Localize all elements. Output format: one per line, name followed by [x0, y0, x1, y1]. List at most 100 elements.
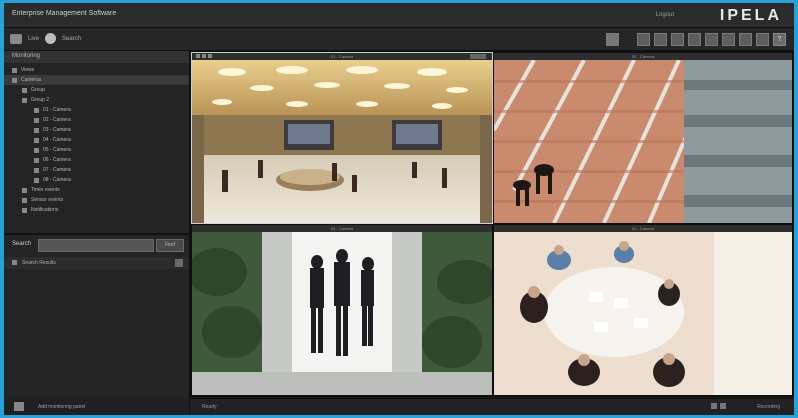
search-mode-icon[interactable]: [45, 33, 57, 44]
tree-item-label: 01 - Camera: [43, 107, 71, 113]
edit-layout-icon[interactable]: [606, 33, 619, 46]
tree-item[interactable]: Group 2: [4, 95, 189, 105]
logout-link[interactable]: Logout: [656, 12, 674, 18]
camera-icon: [34, 137, 39, 143]
results-menu-icon[interactable]: [175, 259, 183, 267]
cell-2-camera-name: 02 - Camera: [631, 54, 655, 59]
cell-2-header: 02 - Camera: [494, 53, 792, 60]
sidebar: Monitoring Views Cameras Group Group 2 01 - …: [4, 51, 190, 415]
live-view-icon[interactable]: [10, 33, 22, 44]
search-mode-label[interactable]: Search: [62, 36, 81, 42]
folder-icon: [22, 187, 27, 193]
video-cell-1[interactable]: 01 - Camera: [191, 52, 493, 224]
search-label: Search: [12, 241, 32, 247]
tree-item-label: Views: [21, 67, 35, 73]
layout-1p12-button[interactable]: [739, 33, 752, 46]
camera-icon: [34, 147, 39, 153]
sidebar-divider: [4, 233, 189, 235]
folder-icon: [12, 77, 17, 83]
video-cell-4[interactable]: 04 - Camera: [494, 225, 792, 395]
tree-item[interactable]: 08 - Camera: [4, 175, 189, 185]
camera-icon: [34, 177, 39, 183]
tree-item-label: Notifications: [31, 207, 59, 213]
status-text: Ready: [202, 404, 217, 410]
add-panel-label[interactable]: Add monitoring panel: [38, 404, 85, 410]
app-title: Enterprise Management Software: [12, 10, 117, 17]
tree-item[interactable]: 07 - Camera: [4, 165, 189, 175]
fullscreen-button[interactable]: [756, 33, 769, 46]
cell-1-controls[interactable]: [196, 54, 212, 58]
cell-1-header: 01 - Camera: [192, 53, 492, 60]
layout-2x2-button[interactable]: [654, 33, 667, 46]
app-window: Enterprise Management Software Logout IP…: [4, 3, 794, 415]
tree-item-label: 06 - Camera: [43, 157, 71, 163]
tree-item-label: 05 - Camera: [43, 147, 71, 153]
layout-4x4-button[interactable]: [688, 33, 701, 46]
recording-status: Recording: [757, 404, 780, 410]
stairway-video-feed: [494, 60, 792, 223]
video-cell-2[interactable]: 02 - Camera: [494, 53, 792, 223]
search-results-header[interactable]: Search Results: [4, 257, 189, 269]
cell-4-camera-name: 04 - Camera: [631, 226, 655, 231]
tree-item[interactable]: Timer events: [4, 185, 189, 195]
camera-icon: [34, 167, 39, 173]
tree-item-label: Group: [31, 87, 45, 93]
tree-item-label: 03 - Camera: [43, 127, 71, 133]
hallway-video-feed: [192, 232, 492, 395]
lobby-video-feed: [192, 60, 492, 223]
camera-icon: [34, 157, 39, 163]
video-grid: 01 - Camera 02 - Camera 03 - Camera 04 -…: [190, 51, 794, 397]
tree-item[interactable]: Views: [4, 65, 189, 75]
tree-item[interactable]: 01 - Camera: [4, 105, 189, 115]
tree-item[interactable]: 03 - Camera: [4, 125, 189, 135]
folder-icon: [12, 67, 17, 73]
video-cell-3[interactable]: 03 - Camera: [192, 225, 492, 395]
tree-item-label: Cameras: [21, 77, 42, 83]
layout-3x3-button[interactable]: [671, 33, 684, 46]
add-panel-icon[interactable]: [14, 402, 24, 411]
find-button[interactable]: Find: [156, 239, 184, 252]
status-bar: Ready Recording: [190, 398, 794, 415]
cell-1-camera-name: 01 - Camera: [330, 54, 354, 59]
camera-icon: [34, 107, 39, 113]
folder-icon: [22, 87, 27, 93]
tree-item[interactable]: Notifications: [4, 205, 189, 215]
layout-1p7-button[interactable]: [722, 33, 735, 46]
cell-1-ptz-button[interactable]: [470, 54, 486, 59]
status-controls[interactable]: [711, 403, 726, 409]
tree-item-label: 07 - Camera: [43, 167, 71, 173]
meeting-room-video-feed: [494, 232, 792, 395]
tree-item[interactable]: 02 - Camera: [4, 115, 189, 125]
search-row: Search Find: [4, 237, 189, 253]
cell-3-header: 03 - Camera: [192, 225, 492, 232]
sidebar-footer: Add monitoring panel: [4, 399, 189, 415]
tree-header: Monitoring: [4, 51, 189, 63]
tree-item[interactable]: 04 - Camera: [4, 135, 189, 145]
camera-icon: [34, 127, 39, 133]
tree-item-label: 04 - Camera: [43, 137, 71, 143]
tree-item-label: Group 2: [31, 97, 50, 103]
folder-icon: [22, 207, 27, 213]
cell-4-header: 04 - Camera: [494, 225, 792, 232]
tree-item[interactable]: Cameras: [4, 75, 189, 85]
live-label[interactable]: Live: [28, 36, 39, 42]
expand-icon[interactable]: [12, 260, 17, 265]
toolbar: Live Search ?: [4, 28, 794, 51]
tree-item-label: Sensor events: [31, 197, 63, 203]
tree-header-label: Monitoring: [12, 53, 41, 59]
title-bar: Enterprise Management Software Logout IP…: [4, 3, 794, 28]
brand-logo: IPELA: [719, 7, 782, 24]
cell-3-camera-name: 03 - Camera: [330, 226, 354, 231]
camera-icon: [34, 117, 39, 123]
tree-item[interactable]: 06 - Camera: [4, 155, 189, 165]
tree-item[interactable]: 05 - Camera: [4, 145, 189, 155]
results-label: Search Results: [22, 260, 56, 266]
tree-item-label: Timer events: [31, 187, 60, 193]
folder-icon: [22, 97, 27, 103]
tree-item[interactable]: Sensor events: [4, 195, 189, 205]
tree-item[interactable]: Group: [4, 85, 189, 95]
search-input[interactable]: [38, 239, 154, 252]
layout-1x1-button[interactable]: [637, 33, 650, 46]
layout-1p5-button[interactable]: [705, 33, 718, 46]
help-button[interactable]: ?: [773, 33, 786, 46]
